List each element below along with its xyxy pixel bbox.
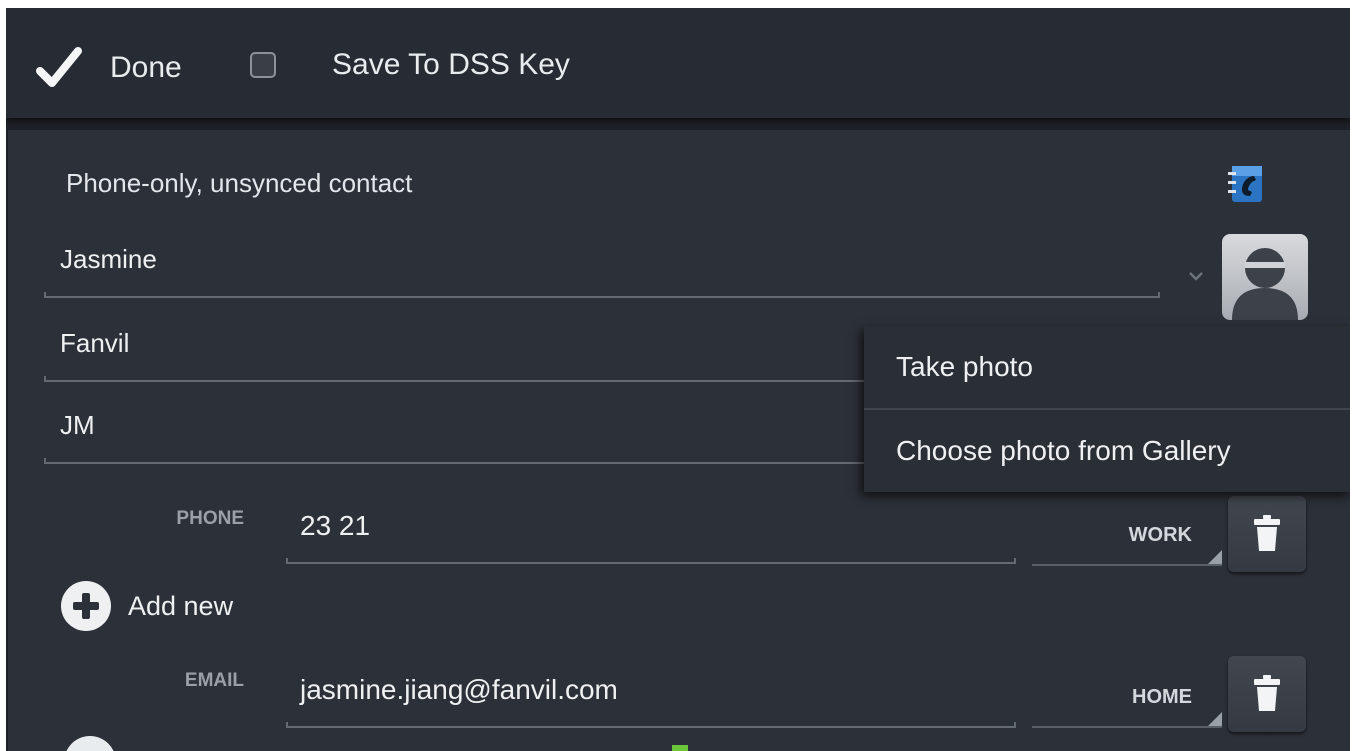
phone-number-field[interactable]: 23 21 [286, 510, 1016, 564]
save-to-dss-key-toggle[interactable]: Save To DSS Key [250, 48, 570, 82]
plus-circle-icon [61, 581, 111, 631]
save-to-dss-key-checkbox[interactable] [250, 52, 276, 78]
email-address-field[interactable]: jasmine.jiang@fanvil.com [286, 674, 1016, 728]
menu-item-take-photo[interactable]: Take photo [864, 326, 1350, 408]
title-value: JM [60, 410, 95, 440]
person-silhouette-icon [1232, 248, 1298, 320]
checkmark-icon [36, 47, 82, 87]
contact-form: Phone-only, unsynced contact Jasmine Fan… [8, 130, 1350, 751]
screenshot-frame: Done Save To DSS Key Phone-only, unsynce… [0, 0, 1358, 751]
phone-type-select[interactable]: WORK [1032, 510, 1222, 566]
chevron-down-icon[interactable] [1188, 270, 1204, 282]
menu-item-choose-from-gallery[interactable]: Choose photo from Gallery [864, 410, 1350, 492]
phone-type-underline [1032, 564, 1222, 566]
choose-from-gallery-label: Choose photo from Gallery [896, 435, 1231, 466]
trash-icon [1254, 675, 1280, 711]
phone-section-label: PHONE [176, 508, 244, 529]
done-label: Done [110, 51, 182, 84]
email-section-label: EMAIL [184, 670, 244, 691]
email-underline [286, 722, 1016, 728]
email-type-select[interactable]: HOME [1032, 672, 1222, 728]
account-type-label: Phone-only, unsynced contact [66, 168, 413, 198]
add-new-label: Add new [128, 590, 234, 621]
email-type-underline [1032, 726, 1222, 728]
partial-green-indicator [672, 745, 688, 751]
delete-phone-button[interactable] [1228, 496, 1306, 572]
trash-icon [1254, 515, 1280, 551]
photo-options-menu: Take photo Choose photo from Gallery [864, 326, 1350, 492]
save-to-dss-key-label: Save To DSS Key [332, 48, 570, 81]
add-new-email-button[interactable] [64, 736, 116, 751]
take-photo-label: Take photo [896, 351, 1033, 382]
contacts-book-icon [1228, 166, 1262, 202]
phone-type-value: WORK [1128, 524, 1192, 546]
name-underline [44, 292, 1160, 298]
contact-photo-button[interactable] [1222, 234, 1308, 320]
name-value: Jasmine [60, 244, 157, 274]
add-new-phone-button[interactable]: Add new [60, 580, 233, 632]
phone-underline [286, 558, 1016, 564]
delete-email-button[interactable] [1228, 656, 1306, 732]
name-field[interactable]: Jasmine [44, 234, 1160, 298]
company-value: Fanvil [60, 328, 130, 358]
email-address-value: jasmine.jiang@fanvil.com [300, 674, 618, 705]
action-bar: Done Save To DSS Key [6, 8, 1350, 118]
email-type-value: HOME [1132, 686, 1192, 708]
edit-contact-screen: Done Save To DSS Key Phone-only, unsynce… [6, 8, 1350, 751]
phone-number-value: 23 21 [300, 510, 371, 541]
done-button[interactable]: Done [36, 38, 182, 98]
